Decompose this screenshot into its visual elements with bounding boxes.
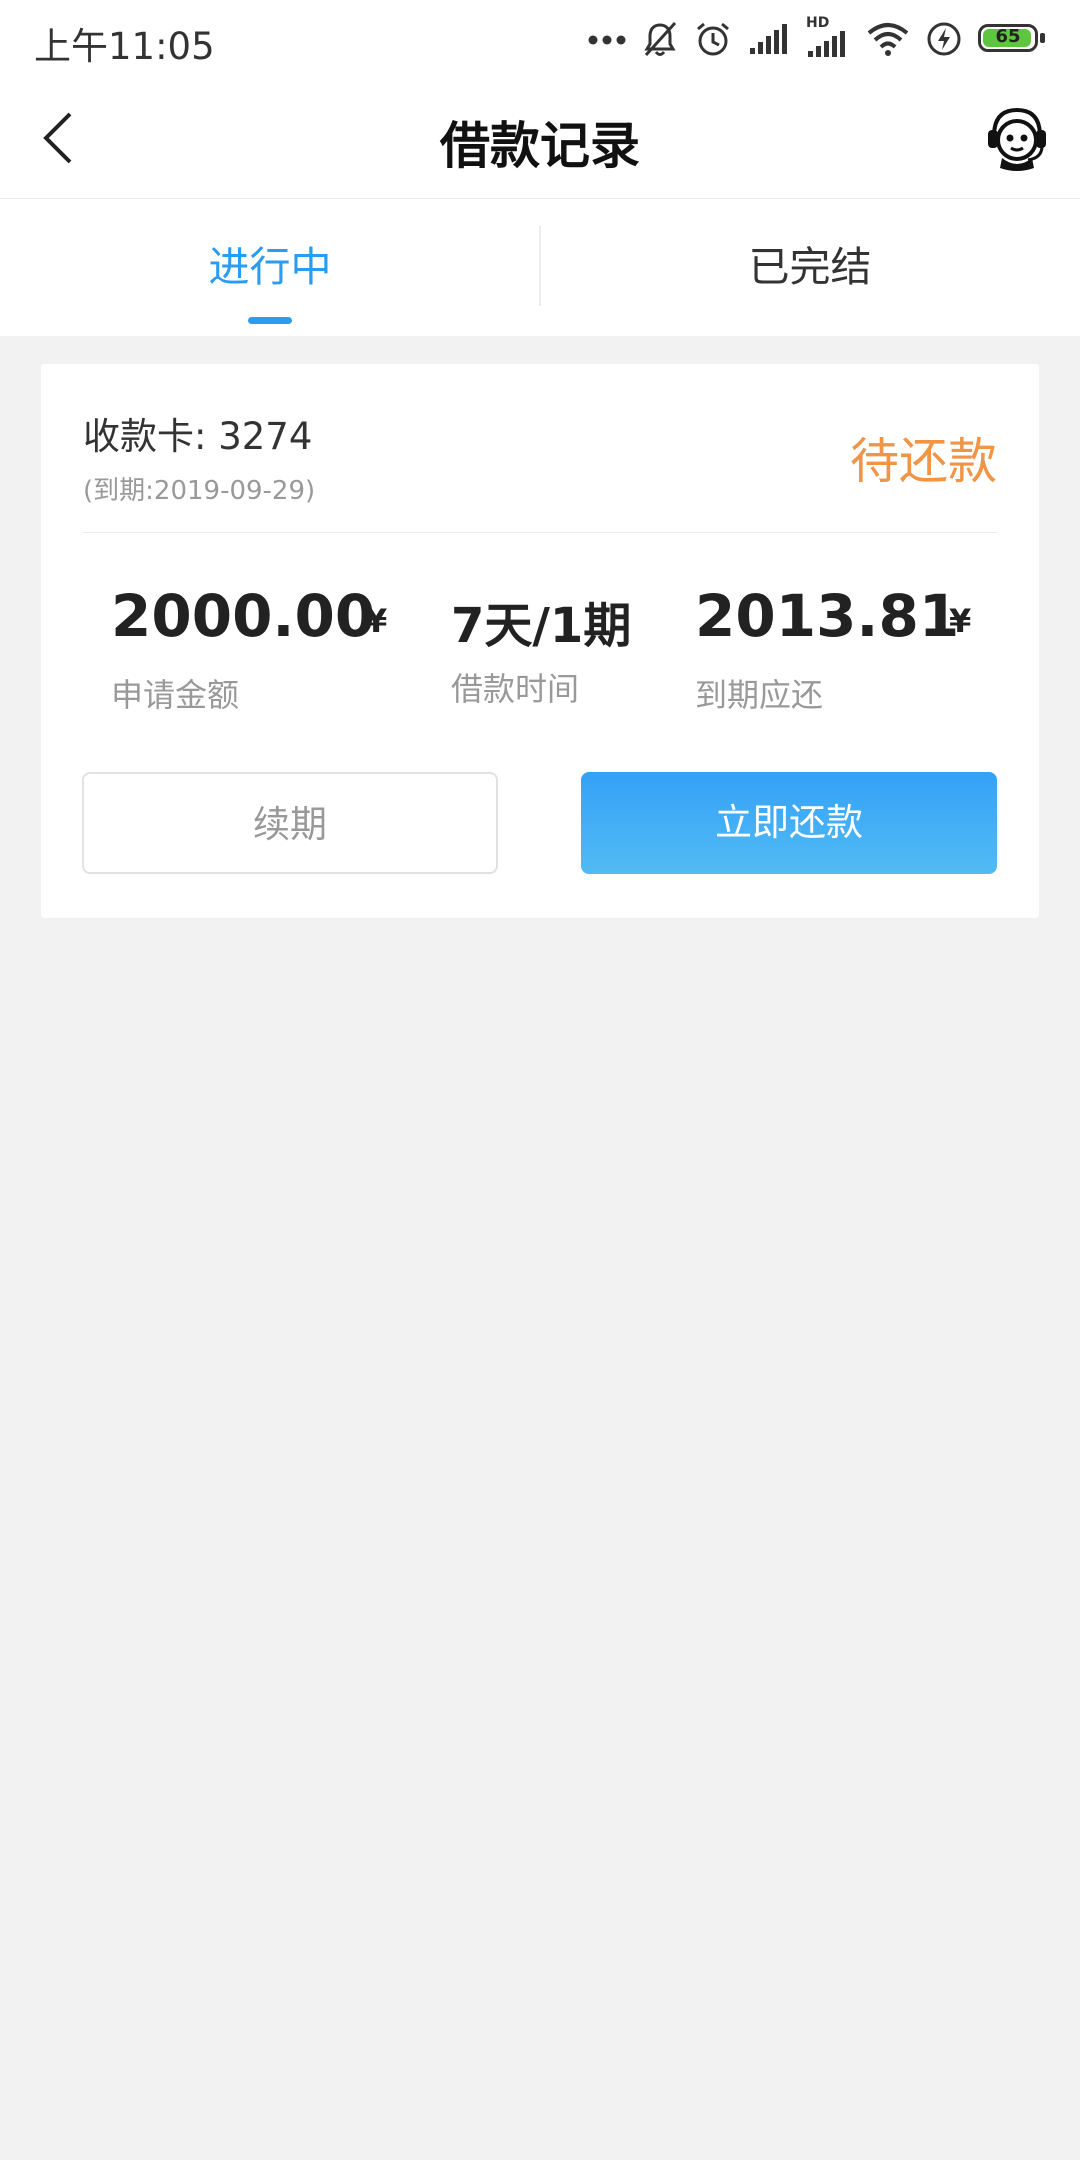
alarm-icon [697,22,729,56]
repay-amount-currency: ¥ [949,602,972,640]
tab-in-progress[interactable]: 进行中 [0,199,540,336]
loan-amount: 2000.00 [111,582,376,650]
loan-term-label: 借款时间 [451,670,580,708]
tab-completed[interactable]: 已完结 [540,199,1080,336]
renew-button[interactable]: 续期 [82,772,498,874]
due-date: (到期:2019-09-29) [83,476,316,506]
status-bar: 上午11:05 HD 65 [0,0,1080,80]
charging-icon [927,22,961,56]
customer-service-button[interactable] [982,102,1052,174]
loan-amount-label: 申请金额 [111,676,240,714]
loan-amount-currency: ¥ [365,602,388,640]
repay-amount: 2013.81 [695,582,960,650]
battery-icon: 65 [978,24,1046,54]
active-tab-indicator [248,317,292,324]
status-badge: 待还款 [849,433,997,490]
tab-divider [539,226,541,306]
more-dots-icon [588,35,626,45]
hd-signal-icon: HD [806,15,850,59]
nav-bar: 借款记录 [0,80,1080,199]
page-title: 借款记录 [440,117,640,175]
loan-term: 7天/1期 [451,598,632,654]
customer-service-icon [988,107,1046,171]
mute-icon [644,21,677,57]
repay-amount-label: 到期应还 [695,676,824,714]
signal-icon [750,24,787,54]
status-icons: HD 65 [588,14,1046,64]
status-time: 上午11:05 [34,25,215,68]
card-divider [83,532,997,533]
record-tabs: 进行中 已完结 [0,199,1080,336]
wifi-icon [867,23,909,56]
loan-card: 收款卡: 3274 (到期:2019-09-29) 待还款 2000.00 ¥ … [41,364,1039,918]
receiving-card: 收款卡: 3274 [83,415,313,458]
battery-level: 65 [995,26,1021,47]
repay-now-button[interactable]: 立即还款 [581,772,997,874]
